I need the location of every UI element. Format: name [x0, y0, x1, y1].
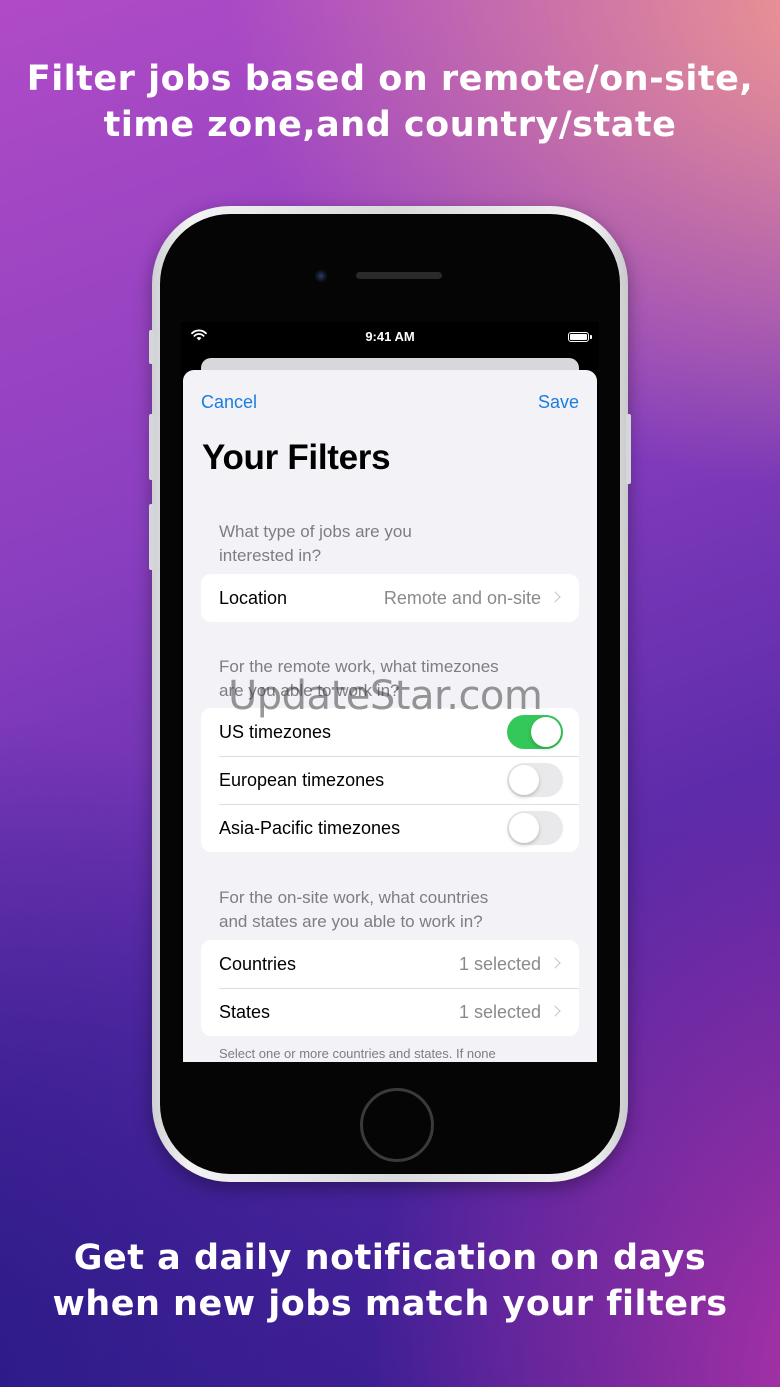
earpiece-speaker — [356, 272, 442, 279]
toggle-knob — [531, 717, 561, 747]
states-row[interactable]: States 1 selected — [201, 988, 579, 1036]
status-time: 9:41 AM — [365, 329, 415, 344]
save-button[interactable]: Save — [538, 392, 579, 413]
headline-top: Filter jobs based on remote/on-site, tim… — [0, 56, 780, 148]
location-row[interactable]: Location Remote and on-site — [201, 574, 579, 622]
power-button — [626, 414, 631, 484]
battery-icon — [568, 332, 592, 342]
chevron-right-icon — [549, 1005, 561, 1017]
timezone-label: European timezones — [219, 770, 385, 790]
timezones-header-line2: are you able to work in? — [219, 681, 400, 700]
countries-header: For the on-site work, what countries and… — [219, 886, 559, 934]
us-timezones-toggle[interactable] — [507, 715, 563, 749]
countries-header-line2: and states are you able to work in? — [219, 912, 483, 931]
countries-header-line1: For the on-site work, what countries — [219, 888, 489, 907]
states-label: States — [219, 1002, 271, 1022]
timezones-header-line1: For the remote work, what timezones — [219, 657, 499, 676]
headline-bottom-line1: Get a daily notification on days — [73, 1238, 707, 1278]
countries-row[interactable]: Countries 1 selected — [201, 940, 579, 988]
timezone-label: Asia-Pacific timezones — [219, 818, 401, 838]
toggle-knob — [509, 813, 539, 843]
chevron-right-icon — [549, 591, 561, 603]
timezones-group: US timezones European timezones Asia-Pac… — [201, 708, 579, 852]
timezone-row-us: US timezones — [201, 708, 579, 756]
toggle-knob — [509, 765, 539, 795]
volume-down-button — [149, 504, 154, 570]
countries-label: Countries — [219, 954, 297, 974]
timezone-label: US timezones — [219, 722, 332, 742]
countries-footer-note: Select one or more countries and states.… — [219, 1046, 496, 1061]
chevron-right-icon — [549, 957, 561, 969]
volume-up-button — [149, 414, 154, 480]
headline-bottom: Get a daily notification on days when ne… — [0, 1235, 780, 1327]
timezone-row-asia-pacific: Asia-Pacific timezones — [201, 804, 579, 852]
front-camera-icon — [315, 270, 327, 282]
location-label: Location — [219, 588, 288, 608]
countries-group: Countries 1 selected States 1 selected — [201, 940, 579, 1036]
home-button[interactable] — [360, 1088, 434, 1162]
status-bar: 9:41 AM — [181, 322, 599, 352]
headline-top-line1: Filter jobs based on remote/on-site, — [26, 59, 754, 99]
timezones-header: For the remote work, what timezones are … — [219, 655, 559, 703]
phone-screen: 9:41 AM Cancel Save Your Filters What ty… — [181, 322, 599, 1062]
asia-pacific-timezones-toggle[interactable] — [507, 811, 563, 845]
mute-switch — [149, 330, 154, 364]
job-type-header: What type of jobs are you interested in? — [219, 520, 559, 568]
filters-sheet: Cancel Save Your Filters What type of jo… — [183, 370, 597, 1062]
job-type-header-line2: interested in? — [219, 546, 322, 565]
location-group: Location Remote and on-site — [201, 574, 579, 622]
page-title: Your Filters — [202, 438, 391, 477]
headline-top-line2: time zone,and country/state — [103, 105, 677, 145]
cancel-button[interactable]: Cancel — [201, 392, 257, 413]
headline-bottom-line2: when new jobs match your filters — [52, 1284, 728, 1324]
european-timezones-toggle[interactable] — [507, 763, 563, 797]
timezone-row-european: European timezones — [201, 756, 579, 804]
states-value: 1 selected — [458, 1002, 541, 1022]
job-type-header-line1: What type of jobs are you — [219, 522, 412, 541]
location-value: Remote and on-site — [383, 588, 541, 608]
countries-value: 1 selected — [458, 954, 541, 974]
